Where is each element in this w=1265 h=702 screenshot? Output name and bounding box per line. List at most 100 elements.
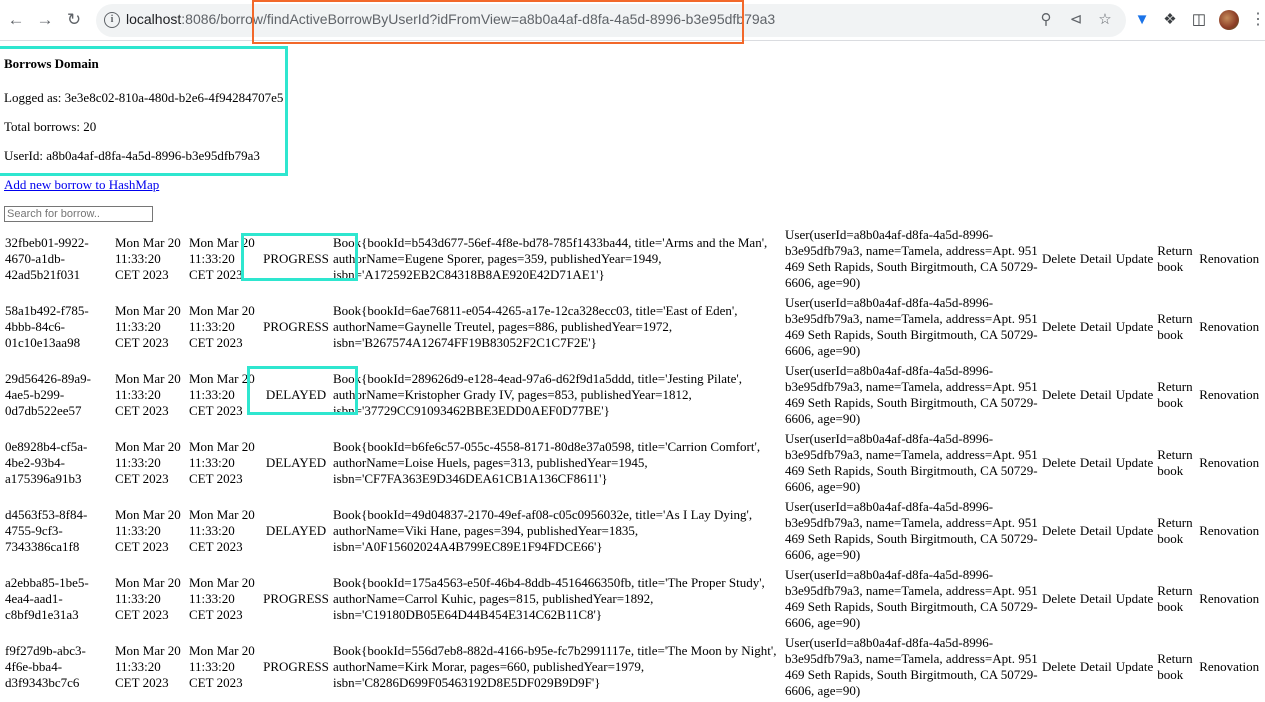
- delete-button[interactable]: Delete: [1041, 430, 1077, 496]
- end-date-cell: Mon Mar 20 11:33:20 CET 2023: [189, 439, 255, 486]
- renovation-button[interactable]: Renovation: [1198, 498, 1260, 564]
- table-row: 29d56426-89a9-4ae5-b299-0d7db522ee57 Mon …: [4, 362, 1260, 428]
- book-cell: Book{bookId=556d7eb8-882d-4166-b95e-fc7b…: [333, 643, 777, 690]
- book-cell: Book{bookId=175a4563-e50f-46b4-8ddb-4516…: [333, 575, 765, 622]
- table-row: f9f27d9b-abc3-4f6e-bba4-d3f9343bc7c6 Mon …: [4, 634, 1260, 700]
- detail-button[interactable]: Detail: [1079, 430, 1113, 496]
- delete-button[interactable]: Delete: [1041, 634, 1077, 700]
- detail-button[interactable]: Detail: [1079, 634, 1113, 700]
- borrows-table: 32fbeb01-9922-4670-a1db-42ad5b21f031 Mon …: [2, 224, 1262, 702]
- user-cell: User(userId=a8b0a4af-d8fa-4a5d-8996-b3e9…: [785, 363, 1038, 426]
- start-date-cell: Mon Mar 20 11:33:20 CET 2023: [115, 643, 181, 690]
- return-book-button[interactable]: Return book: [1156, 226, 1196, 292]
- side-panel-icon[interactable]: ◫: [1189, 10, 1209, 30]
- menu-dots-icon[interactable]: ⋮: [1250, 10, 1265, 30]
- forward-arrow-icon[interactable]: →: [34, 9, 56, 31]
- info-icon[interactable]: i: [104, 12, 120, 28]
- profile-avatar-icon[interactable]: [1219, 10, 1239, 30]
- renovation-button[interactable]: Renovation: [1198, 634, 1260, 700]
- status-cell: DELAYED: [265, 455, 327, 470]
- info-highlight-box: [0, 46, 288, 176]
- url-host: localhost: [126, 11, 182, 27]
- extension-v-icon[interactable]: ▼: [1132, 10, 1152, 30]
- zoom-icon[interactable]: ⚲: [1036, 10, 1056, 30]
- delete-button[interactable]: Delete: [1041, 226, 1077, 292]
- return-book-button[interactable]: Return book: [1156, 498, 1196, 564]
- delete-button[interactable]: Delete: [1041, 566, 1077, 632]
- borrow-id-cell: 32fbeb01-9922-4670-a1db-42ad5b21f031: [5, 235, 89, 282]
- detail-button[interactable]: Detail: [1079, 294, 1113, 360]
- end-date-cell: Mon Mar 20 11:33:20 CET 2023: [189, 507, 255, 554]
- update-button[interactable]: Update: [1115, 226, 1155, 292]
- user-cell: User(userId=a8b0a4af-d8fa-4a5d-8996-b3e9…: [785, 431, 1038, 494]
- end-date-cell: Mon Mar 20 11:33:20 CET 2023: [189, 575, 255, 622]
- borrow-id-cell: 0e8928b4-cf5a-4be2-93b4-a175396a91b3: [5, 439, 88, 486]
- renovation-button[interactable]: Renovation: [1198, 226, 1260, 292]
- borrow-id-cell: f9f27d9b-abc3-4f6e-bba4-d3f9343bc7c6: [5, 643, 86, 690]
- status-cell: DELAYED: [265, 523, 327, 538]
- return-book-button[interactable]: Return book: [1156, 634, 1196, 700]
- update-button[interactable]: Update: [1115, 294, 1155, 360]
- return-book-button[interactable]: Return book: [1156, 430, 1196, 496]
- borrow-id-cell: 29d56426-89a9-4ae5-b299-0d7db522ee57: [5, 371, 91, 418]
- user-cell: User(userId=a8b0a4af-d8fa-4a5d-8996-b3e9…: [785, 567, 1038, 630]
- update-button[interactable]: Update: [1115, 498, 1155, 564]
- borrow-id-cell: 58a1b492-f785-4bbb-84c6-01c10e13aa98: [5, 303, 89, 350]
- table-row: 58a1b492-f785-4bbb-84c6-01c10e13aa98 Mon …: [4, 294, 1260, 360]
- return-book-button[interactable]: Return book: [1156, 566, 1196, 632]
- start-date-cell: Mon Mar 20 11:33:20 CET 2023: [115, 575, 181, 622]
- book-cell: Book{bookId=6ae76811-e054-4265-a17e-12ca…: [333, 303, 738, 350]
- renovation-button[interactable]: Renovation: [1198, 430, 1260, 496]
- bookmark-star-icon[interactable]: ☆: [1095, 10, 1115, 30]
- delete-button[interactable]: Delete: [1041, 362, 1077, 428]
- table-row: 32fbeb01-9922-4670-a1db-42ad5b21f031 Mon …: [4, 226, 1260, 292]
- search-input[interactable]: [4, 206, 153, 222]
- status-highlight-box-1: [241, 233, 358, 281]
- reload-icon[interactable]: ↻: [63, 9, 85, 31]
- extensions-puzzle-icon[interactable]: ❖: [1160, 10, 1180, 30]
- detail-button[interactable]: Detail: [1079, 498, 1113, 564]
- user-cell: User(userId=a8b0a4af-d8fa-4a5d-8996-b3e9…: [785, 295, 1038, 358]
- status-highlight-box-2: [247, 366, 358, 415]
- table-row: 0e8928b4-cf5a-4be2-93b4-a175396a91b3 Mon …: [4, 430, 1260, 496]
- table-row: d4563f53-8f84-4755-9cf3-7343386ca1f8 Mon …: [4, 498, 1260, 564]
- borrow-id-cell: d4563f53-8f84-4755-9cf3-7343386ca1f8: [5, 507, 88, 554]
- detail-button[interactable]: Detail: [1079, 566, 1113, 632]
- update-button[interactable]: Update: [1115, 362, 1155, 428]
- return-book-button[interactable]: Return book: [1156, 294, 1196, 360]
- book-cell: Book{bookId=49d04837-2170-49ef-af08-c05c…: [333, 507, 753, 554]
- start-date-cell: Mon Mar 20 11:33:20 CET 2023: [115, 303, 181, 350]
- user-cell: User(userId=a8b0a4af-d8fa-4a5d-8996-b3e9…: [785, 499, 1038, 562]
- update-button[interactable]: Update: [1115, 566, 1155, 632]
- status-cell: PROGRESS: [263, 591, 329, 606]
- book-cell: Book{bookId=b543d677-56ef-4f8e-bd78-785f…: [333, 235, 768, 282]
- user-cell: User(userId=a8b0a4af-d8fa-4a5d-8996-b3e9…: [785, 635, 1038, 698]
- book-cell: Book{bookId=289626d9-e128-4ead-97a6-d62f…: [333, 371, 743, 418]
- borrow-id-cell: a2ebba85-1be5-4ea4-aad1-c8bf9d1e31a3: [5, 575, 89, 622]
- detail-button[interactable]: Detail: [1079, 226, 1113, 292]
- user-cell: User(userId=a8b0a4af-d8fa-4a5d-8996-b3e9…: [785, 227, 1038, 290]
- update-button[interactable]: Update: [1115, 430, 1155, 496]
- end-date-cell: Mon Mar 20 11:33:20 CET 2023: [189, 303, 255, 350]
- add-borrow-link[interactable]: Add new borrow to HashMap: [4, 177, 159, 192]
- url-highlight-box: [252, 0, 744, 44]
- delete-button[interactable]: Delete: [1041, 498, 1077, 564]
- start-date-cell: Mon Mar 20 11:33:20 CET 2023: [115, 507, 181, 554]
- book-cell: Book{bookId=b6fe6c57-055c-4558-8171-80d8…: [333, 439, 761, 486]
- update-button[interactable]: Update: [1115, 634, 1155, 700]
- renovation-button[interactable]: Renovation: [1198, 566, 1260, 632]
- delete-button[interactable]: Delete: [1041, 294, 1077, 360]
- detail-button[interactable]: Detail: [1079, 362, 1113, 428]
- end-date-cell: Mon Mar 20 11:33:20 CET 2023: [189, 643, 255, 690]
- status-cell: PROGRESS: [263, 319, 329, 334]
- renovation-button[interactable]: Renovation: [1198, 294, 1260, 360]
- start-date-cell: Mon Mar 20 11:33:20 CET 2023: [115, 371, 181, 418]
- share-icon[interactable]: ⊲: [1066, 10, 1086, 30]
- return-book-button[interactable]: Return book: [1156, 362, 1196, 428]
- start-date-cell: Mon Mar 20 11:33:20 CET 2023: [115, 439, 181, 486]
- renovation-button[interactable]: Renovation: [1198, 362, 1260, 428]
- back-arrow-icon[interactable]: ←: [5, 9, 27, 31]
- status-cell: PROGRESS: [263, 659, 329, 674]
- start-date-cell: Mon Mar 20 11:33:20 CET 2023: [115, 235, 181, 282]
- table-row: a2ebba85-1be5-4ea4-aad1-c8bf9d1e31a3 Mon …: [4, 566, 1260, 632]
